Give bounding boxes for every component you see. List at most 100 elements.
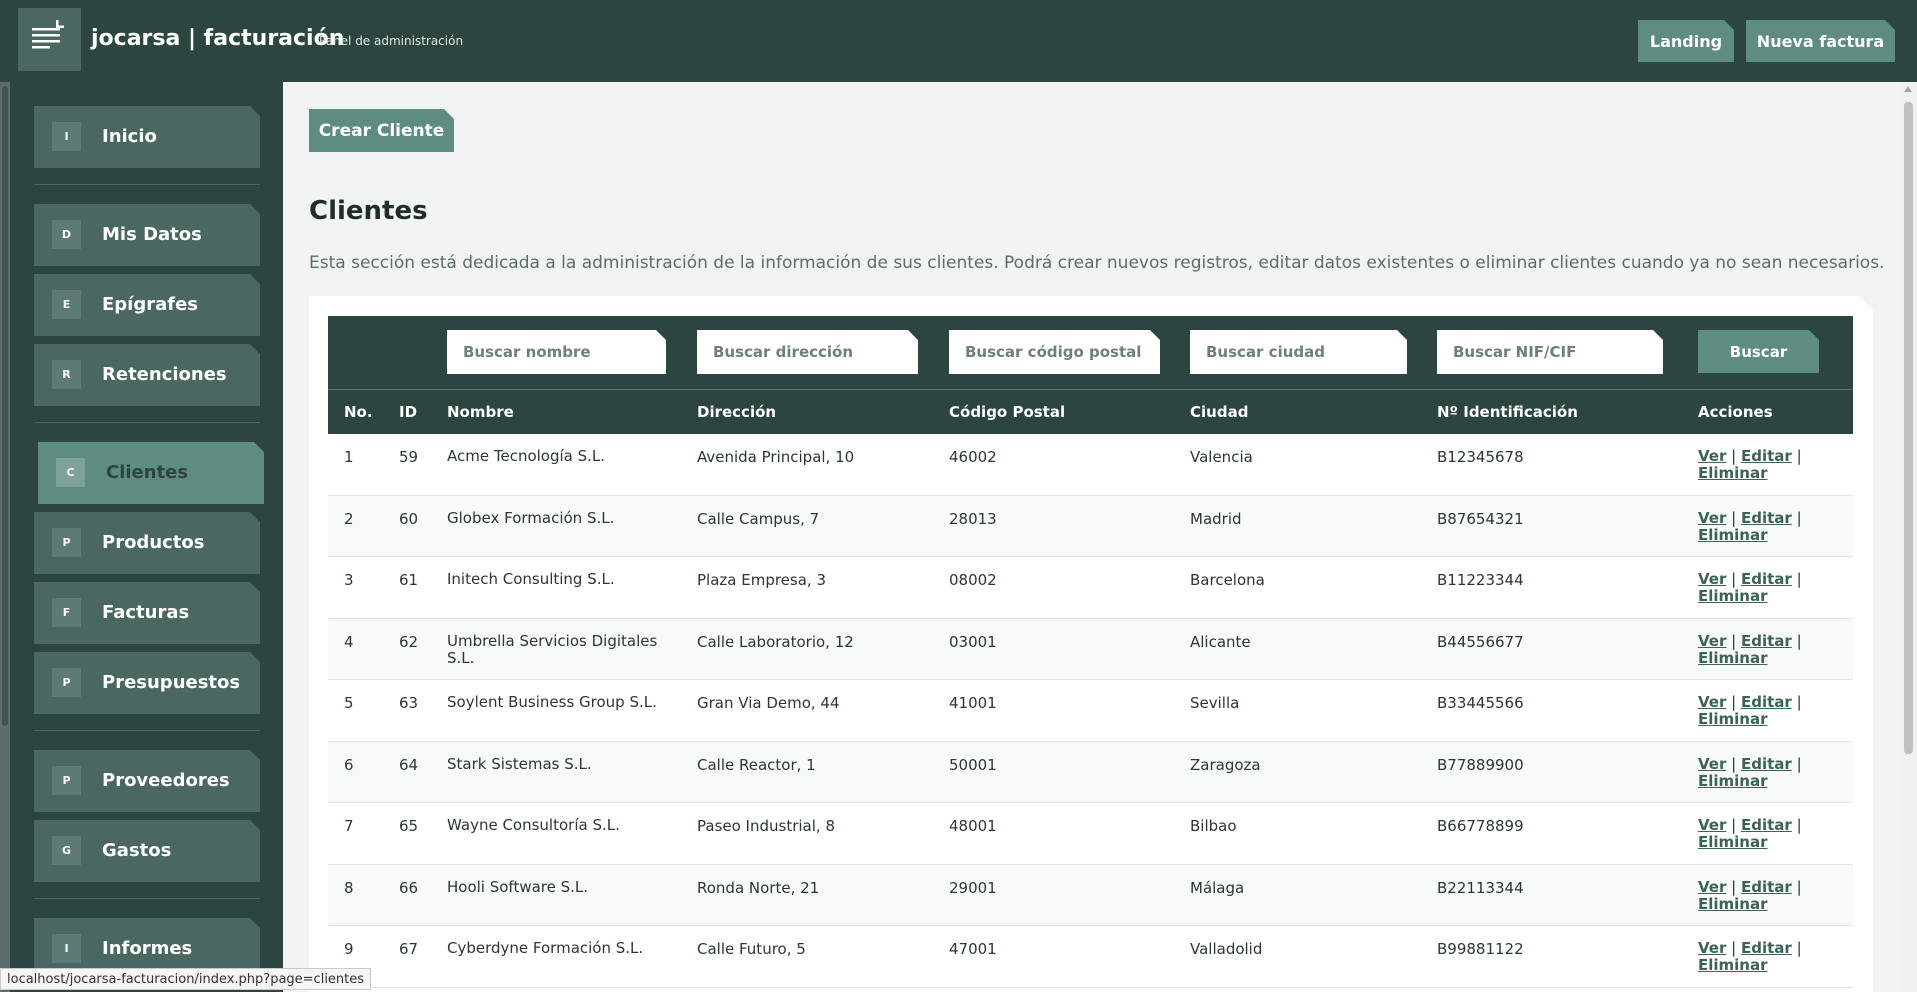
app-logo[interactable]: [18, 8, 81, 71]
main-scrollbar[interactable]: [1900, 82, 1917, 992]
sidebar-item-label: Epígrafes: [102, 294, 199, 315]
row-codigo-postal: 08002: [949, 571, 997, 589]
sidebar-item-presupuestos[interactable]: P Presupuestos: [34, 652, 260, 714]
create-client-button[interactable]: Crear Cliente: [309, 109, 454, 152]
action-separator: |: [1731, 631, 1737, 650]
row-id: 64: [399, 755, 419, 774]
edit-link[interactable]: Editar: [1741, 939, 1792, 957]
search-name-input[interactable]: Buscar nombre: [447, 330, 666, 374]
scroll-up-icon[interactable]: [1904, 86, 1912, 92]
action-separator: |: [1731, 508, 1737, 527]
row-ciudad: Alicante: [1190, 632, 1251, 651]
delete-link[interactable]: Eliminar: [1698, 833, 1768, 851]
view-link[interactable]: Ver: [1698, 939, 1726, 957]
edit-link[interactable]: Editar: [1741, 447, 1792, 465]
view-link[interactable]: Ver: [1698, 509, 1726, 527]
sidebar-item-label: Gastos: [102, 840, 172, 861]
delete-link[interactable]: Eliminar: [1698, 649, 1768, 667]
left-scroll-thumb[interactable]: [2, 86, 8, 726]
landing-button[interactable]: Landing: [1638, 20, 1734, 62]
row-actions: Ver | Editar | Eliminar: [1698, 879, 1818, 913]
row-ciudad: Valladolid: [1190, 940, 1263, 958]
row-actions: Ver | Editar | Eliminar: [1698, 510, 1818, 544]
row-id: 59: [399, 448, 419, 466]
table-body: 1 59 Acme Tecnología S.L. Avenida Principal…: [328, 434, 1853, 988]
action-separator: |: [1796, 877, 1802, 896]
sidebar-item-inicio[interactable]: I Inicio: [34, 106, 260, 168]
delete-link[interactable]: Eliminar: [1698, 772, 1768, 790]
delete-link[interactable]: Eliminar: [1698, 526, 1768, 544]
view-link[interactable]: Ver: [1698, 878, 1726, 896]
row-id: 63: [399, 694, 419, 712]
row-id: 62: [399, 632, 419, 651]
row-actions: Ver | Editar | Eliminar: [1698, 694, 1818, 728]
edit-link[interactable]: Editar: [1741, 632, 1792, 650]
delete-link[interactable]: Eliminar: [1698, 710, 1768, 728]
row-actions: Ver | Editar | Eliminar: [1698, 633, 1818, 667]
delete-link[interactable]: Eliminar: [1698, 895, 1768, 913]
sidebar-item-retenciones[interactable]: R Retenciones: [34, 344, 260, 406]
delete-link[interactable]: Eliminar: [1698, 587, 1768, 605]
view-link[interactable]: Ver: [1698, 693, 1726, 711]
view-link[interactable]: Ver: [1698, 447, 1726, 465]
search-address-input[interactable]: Buscar dirección: [697, 330, 918, 374]
view-link[interactable]: Ver: [1698, 632, 1726, 650]
edit-link[interactable]: Editar: [1741, 693, 1792, 711]
row-ciudad: Valencia: [1190, 448, 1253, 466]
edit-link[interactable]: Editar: [1741, 509, 1792, 527]
main-content: Crear Cliente Clientes Esta sección está…: [283, 82, 1917, 992]
row-number: 8: [344, 878, 354, 897]
col-identificacion: Nº Identificación: [1437, 403, 1578, 421]
row-direccion: Calle Campus, 7: [697, 509, 820, 528]
row-codigo-postal: 47001: [949, 940, 997, 958]
row-actions: Ver | Editar | Eliminar: [1698, 756, 1818, 790]
search-row: Buscar nombre Buscar dirección Buscar có…: [328, 316, 1853, 389]
row-codigo-postal: 28013: [949, 509, 997, 528]
row-direccion: Gran Via Demo, 44: [697, 694, 840, 712]
edit-link[interactable]: Editar: [1741, 816, 1792, 834]
col-id: ID: [399, 403, 418, 421]
letter-f-icon: F: [52, 598, 81, 627]
search-city-input[interactable]: Buscar ciudad: [1190, 330, 1407, 374]
table-row: 9 67 Cyberdyne Formación S.L. Calle Futuro,…: [328, 926, 1853, 988]
clients-table-card: Buscar nombre Buscar dirección Buscar có…: [309, 296, 1873, 992]
row-direccion: Plaza Empresa, 3: [697, 571, 827, 589]
view-link[interactable]: Ver: [1698, 755, 1726, 773]
edit-link[interactable]: Editar: [1741, 570, 1792, 588]
delete-link[interactable]: Eliminar: [1698, 464, 1768, 482]
sidebar-item-proveedores[interactable]: P Proveedores: [34, 750, 260, 812]
sidebar-item-gastos[interactable]: G Gastos: [34, 820, 260, 882]
table-row: 2 60 Globex Formación S.L. Calle Campus, 7 2…: [328, 496, 1853, 558]
search-button[interactable]: Buscar: [1698, 330, 1819, 373]
edit-link[interactable]: Editar: [1741, 878, 1792, 896]
letter-g-icon: G: [52, 836, 81, 865]
row-nombre: Hooli Software S.L.: [447, 877, 589, 896]
sidebar-item-clientes[interactable]: C Clientes: [38, 442, 264, 504]
view-link[interactable]: Ver: [1698, 570, 1726, 588]
search-postal-code-input[interactable]: Buscar código postal: [949, 330, 1160, 374]
row-actions: Ver | Editar | Eliminar: [1698, 571, 1818, 605]
row-actions: Ver | Editar | Eliminar: [1698, 940, 1818, 974]
sidebar-item-label: Clientes: [106, 462, 189, 483]
row-id: 65: [399, 817, 419, 835]
new-invoice-button[interactable]: Nueva factura: [1746, 20, 1895, 62]
scroll-thumb[interactable]: [1904, 102, 1913, 754]
action-separator: |: [1731, 693, 1737, 711]
sidebar-item-facturas[interactable]: F Facturas: [34, 582, 260, 644]
sidebar-item-label: Inicio: [102, 126, 157, 147]
sidebar-item-label: Facturas: [102, 602, 190, 623]
delete-link[interactable]: Eliminar: [1698, 956, 1768, 974]
sidebar-item-mis-datos[interactable]: D Mis Datos: [34, 204, 260, 266]
sidebar-divider: [34, 730, 260, 731]
search-nif-input[interactable]: Buscar NIF/CIF: [1437, 330, 1663, 374]
edit-link[interactable]: Editar: [1741, 755, 1792, 773]
action-separator: |: [1731, 939, 1737, 957]
letter-p-icon: P: [52, 766, 81, 795]
row-identificacion: B12345678: [1437, 448, 1524, 466]
letter-r-icon: R: [52, 360, 81, 389]
sidebar-item-epigrafes[interactable]: E Epígrafes: [34, 274, 260, 336]
sidebar-item-productos[interactable]: P Productos: [34, 512, 260, 574]
view-link[interactable]: Ver: [1698, 816, 1726, 834]
action-separator: |: [1731, 570, 1737, 588]
row-identificacion: B44556677: [1437, 632, 1524, 651]
